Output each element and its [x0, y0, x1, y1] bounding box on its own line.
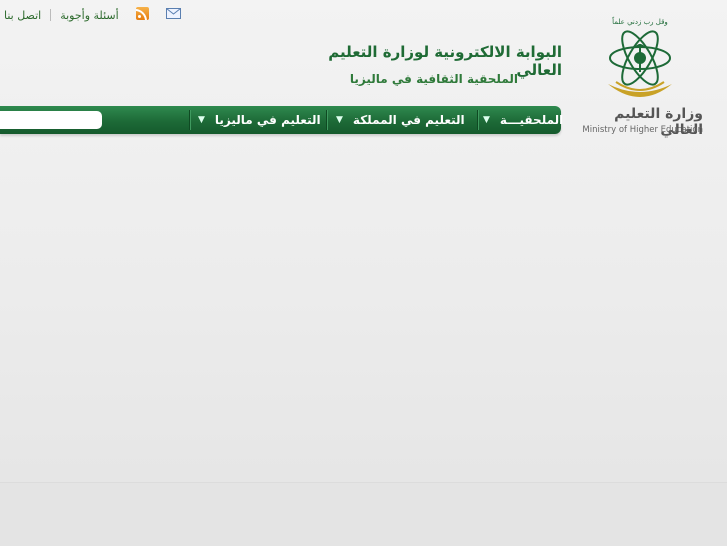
chevron-down-icon: ▼ [483, 115, 490, 125]
faq-link[interactable]: أسئلة وأجوبة [60, 9, 118, 22]
chevron-down-icon: ▼ [198, 115, 205, 125]
link-separator [50, 9, 52, 21]
mail-icon[interactable] [166, 8, 181, 19]
nav-item-education-kingdom[interactable]: التعليم في المملكة ▼ [336, 106, 465, 134]
nav-item-education-malaysia[interactable]: التعليم في ماليزيا ▼ [198, 106, 321, 134]
logo-motto: وقل رب زدني علماً [611, 16, 667, 26]
nav-item-attache[interactable]: الملحقيـــة ▼ [483, 106, 563, 134]
ministry-logo[interactable]: وقل رب زدني علماً [598, 12, 680, 112]
footer-band [0, 482, 727, 546]
nav-label: الملحقيـــة [499, 113, 564, 127]
contact-link[interactable]: اتصل بنا [4, 9, 41, 22]
nav-label: التعليم في ماليزيا [214, 113, 321, 127]
site-subtitle: الملحقية الثقافية في ماليزيا [349, 72, 518, 86]
nav-divider [477, 110, 479, 130]
nav-label: التعليم في المملكة [352, 113, 465, 127]
nav-divider [189, 110, 191, 130]
chevron-down-icon: ▼ [336, 115, 343, 125]
top-links: أسئلة وأجوبة اتصل بنا [4, 6, 119, 24]
nav-divider [326, 110, 328, 130]
search-input[interactable] [0, 111, 102, 129]
rss-icon[interactable] [136, 7, 149, 20]
ministry-name-english: Ministry of Higher Education [582, 125, 703, 135]
